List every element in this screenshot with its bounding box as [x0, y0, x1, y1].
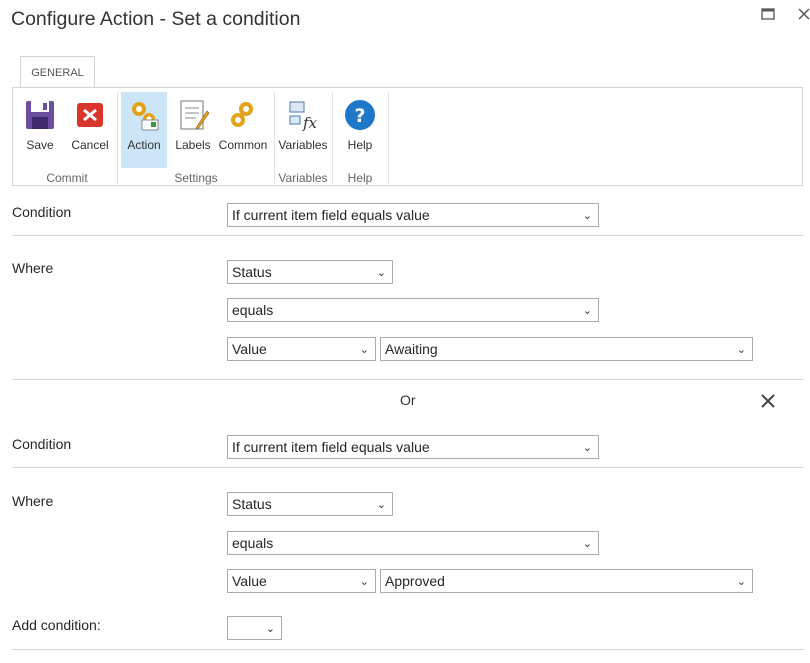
- variables-button[interactable]: fx Variables: [277, 92, 329, 168]
- value-select-value: Approved: [385, 573, 445, 589]
- cancel-icon: [73, 98, 107, 132]
- gears-icon: [127, 98, 161, 132]
- svg-text:fx: fx: [302, 114, 318, 132]
- value-type-select[interactable]: Value ⌄: [227, 337, 376, 361]
- add-condition-label: Add condition:: [12, 617, 101, 633]
- cancel-label: Cancel: [71, 138, 109, 152]
- help-button[interactable]: ? Help: [337, 92, 383, 168]
- chevron-down-icon: ⌄: [359, 576, 369, 588]
- field-select-value: Status: [232, 496, 272, 512]
- chevron-down-icon: ⌄: [265, 623, 275, 635]
- chevron-down-icon: ⌄: [582, 210, 592, 222]
- value-select[interactable]: Approved ⌄: [380, 569, 753, 593]
- operator-select-value: equals: [232, 535, 274, 551]
- value-type-select-value: Value: [232, 573, 267, 589]
- where-label: Where: [12, 493, 54, 509]
- variables-label: Variables: [278, 138, 328, 152]
- action-label: Action: [127, 138, 161, 152]
- common-button[interactable]: Common: [217, 92, 269, 168]
- field-select[interactable]: Status ⌄: [227, 492, 393, 516]
- value-type-select-value: Value: [232, 341, 267, 357]
- or-label: Or: [400, 392, 416, 408]
- svg-text:?: ?: [354, 105, 365, 127]
- field-select[interactable]: Status ⌄: [227, 260, 393, 284]
- divider: [12, 379, 804, 380]
- divider: [12, 467, 804, 468]
- chevron-down-icon: ⌄: [582, 538, 592, 550]
- save-label: Save: [26, 138, 54, 152]
- tab-general[interactable]: GENERAL: [20, 56, 95, 89]
- operator-select[interactable]: equals ⌄: [227, 531, 599, 555]
- operator-select[interactable]: equals ⌄: [227, 298, 599, 322]
- condition-select[interactable]: If current item field equals value ⌄: [227, 435, 599, 459]
- save-button[interactable]: Save: [19, 92, 61, 168]
- divider: [12, 235, 804, 236]
- condition-select-value: If current item field equals value: [232, 439, 430, 455]
- notepad-pencil-icon: [176, 98, 210, 132]
- labels-button[interactable]: Labels: [171, 92, 215, 168]
- add-condition-select[interactable]: ⌄: [227, 616, 282, 640]
- value-select-value: Awaiting: [385, 341, 438, 357]
- condition-label: Condition: [12, 436, 72, 452]
- value-type-select[interactable]: Value ⌄: [227, 569, 376, 593]
- function-fx-icon: fx: [286, 98, 320, 132]
- field-select-value: Status: [232, 264, 272, 280]
- group-label-variables: Variables: [278, 171, 328, 185]
- condition-label: Condition: [12, 204, 72, 220]
- maximize-icon[interactable]: [760, 6, 776, 27]
- action-button[interactable]: Action: [121, 92, 167, 168]
- chevron-down-icon: ⌄: [376, 499, 386, 511]
- help-label: Help: [347, 138, 373, 152]
- help-icon: ?: [343, 98, 377, 132]
- close-icon[interactable]: [796, 6, 810, 27]
- where-label: Where: [12, 260, 54, 276]
- group-divider: [388, 92, 389, 184]
- chevron-down-icon: ⌄: [359, 344, 369, 356]
- condition-select-value: If current item field equals value: [232, 207, 430, 223]
- chevron-down-icon: ⌄: [736, 344, 746, 356]
- labels-label: Labels: [175, 138, 211, 152]
- chevron-down-icon: ⌄: [376, 267, 386, 279]
- ribbon-toolbar: Save Cancel Commit Action Labels Common …: [12, 87, 803, 186]
- cancel-button[interactable]: Cancel: [67, 92, 113, 168]
- chevron-down-icon: ⌄: [736, 576, 746, 588]
- group-label-help: Help: [347, 171, 373, 185]
- condition-select[interactable]: If current item field equals value ⌄: [227, 203, 599, 227]
- group-label-settings: Settings: [174, 171, 218, 185]
- value-select[interactable]: Awaiting ⌄: [380, 337, 753, 361]
- dialog-title: Configure Action - Set a condition: [11, 8, 301, 30]
- group-label-commit: Commit: [46, 171, 88, 185]
- chevron-down-icon: ⌄: [582, 442, 592, 454]
- divider: [12, 649, 804, 650]
- save-icon: [23, 98, 57, 132]
- operator-select-value: equals: [232, 302, 274, 318]
- gear-icon: [226, 98, 260, 132]
- common-label: Common: [218, 138, 268, 152]
- chevron-down-icon: ⌄: [582, 305, 592, 317]
- remove-condition-icon[interactable]: [760, 389, 776, 415]
